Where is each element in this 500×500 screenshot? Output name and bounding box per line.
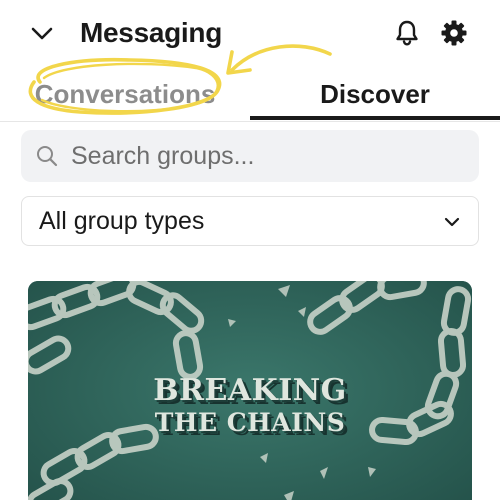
group-card-title-line-1: BREAKING (153, 373, 347, 408)
tab-discover[interactable]: Discover (250, 66, 500, 122)
tab-conversations[interactable]: Conversations (0, 66, 250, 122)
active-tab-indicator (250, 116, 500, 120)
group-type-select[interactable]: All group types (21, 196, 479, 246)
group-type-selected-value: All group types (39, 207, 205, 235)
chevron-down-icon (444, 217, 460, 227)
collapse-button[interactable] (26, 18, 58, 50)
gear-icon (441, 20, 467, 46)
settings-button[interactable] (437, 16, 471, 50)
bell-icon (396, 20, 418, 46)
chevron-down-icon (31, 27, 53, 40)
tab-divider (0, 121, 500, 122)
search-icon (37, 146, 58, 167)
group-card-title-line-2: THE CHAINS (154, 408, 346, 437)
group-card[interactable]: BREAKING THE CHAINS (28, 281, 472, 500)
app-header: Messaging (0, 0, 500, 66)
page-title: Messaging (80, 17, 223, 48)
search-bar (21, 130, 479, 182)
tab-bar: Conversations Discover (0, 66, 500, 122)
notifications-button[interactable] (390, 16, 424, 50)
search-input[interactable] (71, 130, 471, 182)
